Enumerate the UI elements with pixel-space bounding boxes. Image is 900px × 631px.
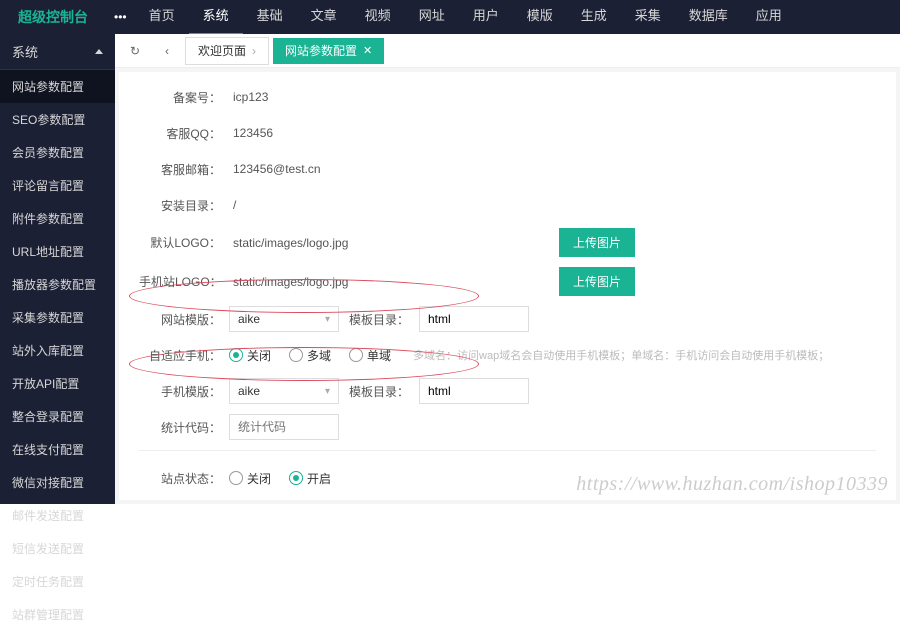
refresh-icon[interactable]: ↻	[121, 37, 149, 65]
brand: 超级控制台	[0, 7, 106, 27]
stat-input[interactable]	[229, 414, 339, 440]
content: 备案号： icp123 客服QQ： 123456 客服邮箱： 123456@te…	[119, 72, 896, 500]
close-icon[interactable]: ✕	[363, 38, 372, 64]
sidebar-item[interactable]: 附件参数配置	[0, 202, 115, 235]
radio-label: 多域	[307, 347, 331, 364]
nav-item[interactable]: 用户	[459, 0, 513, 35]
sidebar-item[interactable]: 站外入库配置	[0, 334, 115, 367]
radio-option[interactable]: 单域	[349, 347, 391, 364]
sidebar-item[interactable]: 微信对接配置	[0, 466, 115, 499]
radio-icon	[229, 471, 243, 485]
chevron-down-icon: ▾	[325, 314, 330, 325]
radio-icon	[229, 348, 243, 362]
logo-label: 默认LOGO：	[139, 234, 229, 251]
sidebar-item[interactable]: 定时任务配置	[0, 565, 115, 598]
radio-option[interactable]: 多域	[289, 347, 331, 364]
sidebar-item[interactable]: 会员参数配置	[0, 136, 115, 169]
sidebar-item[interactable]: 短信发送配置	[0, 532, 115, 565]
sidebar-item[interactable]: 站群管理配置	[0, 598, 115, 631]
mtpldir-label: 模板目录：	[349, 383, 409, 400]
sidebar-item[interactable]: 采集参数配置	[0, 301, 115, 334]
tab-active[interactable]: 网站参数配置 ✕	[273, 38, 384, 64]
status-radio-group: 关闭 开启	[229, 470, 331, 487]
qq-value: 123456	[229, 126, 273, 140]
mtpldir-input[interactable]	[419, 378, 529, 404]
qq-label: 客服QQ：	[139, 125, 229, 142]
nav-item[interactable]: 文章	[297, 0, 351, 35]
radio-icon	[289, 348, 303, 362]
icp-label: 备案号：	[139, 89, 229, 106]
menu-more-icon[interactable]: •••	[106, 10, 135, 24]
sidebar-header[interactable]: 系统	[0, 34, 115, 70]
logo-value: static/images/logo.jpg	[229, 236, 549, 250]
radio-option[interactable]: 关闭	[229, 347, 271, 364]
tpl-value: aike	[238, 312, 260, 326]
mail-label: 客服邮箱：	[139, 161, 229, 178]
back-icon[interactable]: ‹	[153, 37, 181, 65]
top-nav: 首页系统基础文章视频网址用户模版生成采集数据库应用	[135, 0, 796, 35]
sidebar-item[interactable]: 播放器参数配置	[0, 268, 115, 301]
mlogo-label: 手机站LOGO：	[139, 273, 229, 290]
nav-item[interactable]: 首页	[135, 0, 189, 35]
adapt-hint: 多域名：访问wap域名会自动使用手机模板；单域名：手机访问会自动使用手机模板；	[413, 347, 829, 363]
radio-icon	[349, 348, 363, 362]
mlogo-value: static/images/logo.jpg	[229, 275, 549, 289]
sidebar-title: 系统	[12, 42, 38, 61]
radio-label: 关闭	[247, 347, 271, 364]
radio-label: 关闭	[247, 470, 271, 487]
sidebar-item[interactable]: URL地址配置	[0, 235, 115, 268]
radio-icon	[289, 471, 303, 485]
mtpl-select[interactable]: aike ▾	[229, 378, 339, 404]
nav-item[interactable]: 生成	[567, 0, 621, 35]
install-value: /	[229, 198, 236, 212]
tpl-label: 网站模版：	[139, 311, 229, 328]
adapt-label: 自适应手机：	[139, 347, 229, 364]
tpldir-input[interactable]	[419, 306, 529, 332]
radio-label: 单域	[367, 347, 391, 364]
sidebar: 系统 网站参数配置SEO参数配置会员参数配置评论留言配置附件参数配置URL地址配…	[0, 34, 115, 504]
nav-item[interactable]: 网址	[405, 0, 459, 35]
tab-home[interactable]: 欢迎页面 ›	[185, 37, 269, 65]
mail-value: 123456@test.cn	[229, 162, 321, 176]
sidebar-item[interactable]: 在线支付配置	[0, 433, 115, 466]
radio-option[interactable]: 开启	[289, 470, 331, 487]
nav-item[interactable]: 采集	[621, 0, 675, 35]
radio-option[interactable]: 关闭	[229, 470, 271, 487]
topbar: 超级控制台 ••• 首页系统基础文章视频网址用户模版生成采集数据库应用	[0, 0, 900, 34]
nav-item[interactable]: 应用	[742, 0, 796, 35]
sidebar-item[interactable]: 开放API配置	[0, 367, 115, 400]
radio-label: 开启	[307, 470, 331, 487]
sidebar-item[interactable]: 整合登录配置	[0, 400, 115, 433]
upload-mlogo-button[interactable]: 上传图片	[559, 267, 635, 296]
nav-item[interactable]: 数据库	[675, 0, 742, 35]
mtpl-value: aike	[238, 384, 260, 398]
nav-item[interactable]: 系统	[189, 0, 243, 35]
collapse-icon	[95, 49, 103, 54]
chevron-right-icon: ›	[252, 38, 256, 64]
main: ↻ ‹ 欢迎页面 › 网站参数配置 ✕ 备案号： icp123 客服QQ： 12…	[115, 34, 900, 504]
chevron-down-icon: ▾	[325, 386, 330, 397]
adapt-radio-group: 关闭 多域 单域	[229, 347, 391, 364]
tpldir-label: 模板目录：	[349, 311, 409, 328]
sidebar-item[interactable]: 网站参数配置	[0, 70, 115, 103]
sidebar-item[interactable]: 评论留言配置	[0, 169, 115, 202]
tab-home-label: 欢迎页面	[198, 38, 246, 64]
stat-label: 统计代码：	[139, 419, 229, 436]
tab-active-label: 网站参数配置	[285, 38, 357, 64]
mtpl-label: 手机模版：	[139, 383, 229, 400]
nav-item[interactable]: 模版	[513, 0, 567, 35]
nav-item[interactable]: 视频	[351, 0, 405, 35]
nav-item[interactable]: 基础	[243, 0, 297, 35]
tabbar: ↻ ‹ 欢迎页面 › 网站参数配置 ✕	[115, 34, 900, 68]
upload-logo-button[interactable]: 上传图片	[559, 228, 635, 257]
site-status-label: 站点状态：	[139, 470, 229, 487]
tpl-select[interactable]: aike ▾	[229, 306, 339, 332]
divider	[139, 450, 876, 451]
sidebar-item[interactable]: SEO参数配置	[0, 103, 115, 136]
icp-value: icp123	[229, 90, 268, 104]
install-label: 安装目录：	[139, 197, 229, 214]
